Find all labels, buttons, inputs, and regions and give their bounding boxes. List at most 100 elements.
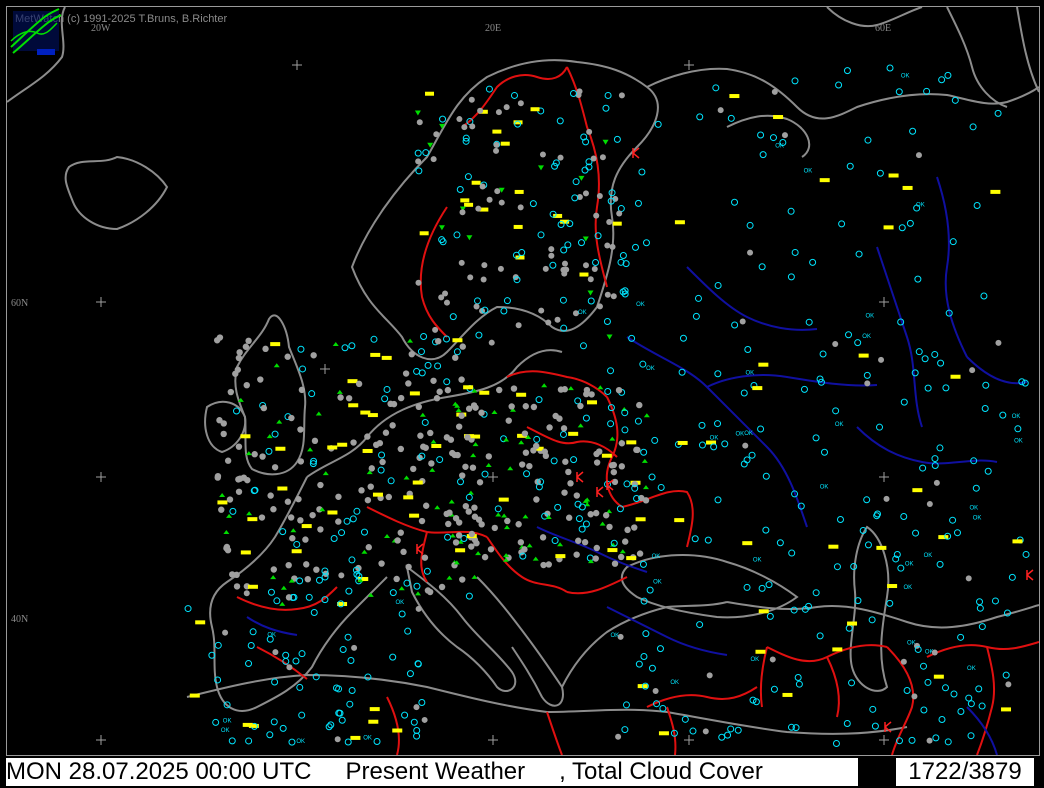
- cloud-cover-icon: [951, 96, 959, 104]
- cloud-cover-icon: [453, 348, 461, 356]
- ok-label: OK: [578, 310, 587, 316]
- cloud-cover-icon: [931, 455, 939, 463]
- rain-icon: [503, 437, 510, 442]
- cloud-cover-icon: [746, 221, 754, 229]
- cloud-cover-icon: [973, 202, 981, 210]
- cloud-cover-icon: [389, 653, 397, 661]
- ok-label: OK: [223, 718, 232, 724]
- cloud-cover-icon: [537, 231, 545, 239]
- rain-icon: [273, 363, 280, 368]
- station-gray-icon: [508, 403, 515, 410]
- station-gray-icon: [433, 131, 440, 138]
- cloud-cover-icon: [710, 443, 718, 451]
- cloud-cover-icon: [423, 567, 431, 575]
- fog-icon: [277, 486, 288, 491]
- cloud-cover-icon: [575, 515, 583, 523]
- fog-icon: [195, 620, 206, 625]
- station-gray-icon: [351, 644, 358, 651]
- cloud-cover-icon: [957, 633, 965, 641]
- station-gray-icon: [561, 386, 568, 393]
- rain-icon: [518, 440, 525, 445]
- cloud-cover-icon: [640, 652, 648, 660]
- cloud-cover-icon: [950, 690, 958, 698]
- fog-icon: [301, 524, 312, 529]
- fog-icon: [755, 649, 766, 654]
- cloud-cover-icon: [344, 633, 352, 641]
- cloud-cover-icon: [607, 367, 615, 375]
- station-gray-icon: [769, 656, 776, 663]
- cloud-cover-icon: [909, 127, 917, 135]
- cloud-cover-icon: [582, 520, 590, 528]
- cloud-cover-icon: [297, 345, 305, 353]
- station-gray-icon: [496, 386, 503, 394]
- fog-icon: [912, 488, 923, 493]
- ok-label: OK: [1014, 439, 1023, 445]
- parameter-present-weather[interactable]: Present Weather: [346, 758, 526, 786]
- parameter-total-cloud-cover[interactable]: , Total Cloud Cover: [559, 758, 763, 786]
- cloud-cover-icon: [245, 660, 253, 668]
- metwatch-logo-icon[interactable]: [7, 7, 63, 59]
- station-gray-icon: [526, 462, 533, 470]
- cloud-cover-icon: [228, 737, 236, 745]
- rain-icon: [270, 575, 277, 580]
- cloud-cover-icon: [554, 503, 562, 511]
- fog-icon: [828, 544, 839, 549]
- station-gray-icon: [271, 464, 279, 471]
- fog-icon: [883, 225, 894, 230]
- station-gray-icon: [289, 535, 296, 542]
- rain-icon: [599, 521, 606, 526]
- ok-label: OK: [905, 561, 914, 567]
- cloud-cover-icon: [976, 598, 984, 606]
- cloud-cover-icon: [740, 389, 748, 397]
- station-gray-icon: [224, 457, 232, 464]
- cloud-cover-icon: [724, 731, 732, 739]
- rain-icon: [429, 467, 436, 472]
- fog-icon: [819, 178, 830, 183]
- cloud-cover-icon: [579, 342, 587, 350]
- station-gray-icon: [542, 265, 549, 272]
- cloud-cover-icon: [413, 367, 421, 375]
- rain-icon: [475, 551, 482, 556]
- fog-icon: [587, 400, 598, 405]
- cloud-cover-icon: [424, 361, 432, 369]
- thunderstorm-icon: [1026, 569, 1034, 581]
- cloud-cover-icon: [921, 355, 929, 363]
- station-gray-icon: [416, 119, 423, 126]
- fog-icon: [367, 413, 378, 418]
- cloud-cover-icon: [347, 656, 355, 664]
- fog-icon: [347, 379, 358, 384]
- lon-label-20e: 20E: [485, 23, 502, 34]
- cloud-cover-icon: [270, 718, 278, 726]
- cloud-cover-icon: [457, 478, 465, 486]
- fog-icon: [471, 180, 481, 185]
- station-gray-icon: [497, 265, 504, 272]
- station-gray-icon: [445, 520, 452, 528]
- cloud-cover-icon: [485, 85, 493, 93]
- rain-icon: [532, 556, 539, 561]
- station-gray-icon: [335, 493, 342, 500]
- ok-label: OK: [753, 558, 762, 564]
- fog-icon: [392, 728, 403, 733]
- station-gray-icon: [606, 219, 613, 226]
- station-gray-icon: [586, 128, 593, 135]
- cloud-cover-icon: [449, 313, 457, 321]
- fog-icon: [240, 550, 251, 555]
- station-gray-icon: [608, 462, 616, 469]
- cross-icon: [488, 472, 498, 482]
- station-gray-icon: [515, 322, 522, 329]
- cloud-cover-icon: [787, 207, 795, 215]
- station-gray-icon: [590, 155, 597, 162]
- station-gray-icon: [449, 449, 456, 457]
- fog-icon: [370, 352, 381, 357]
- station-gray-icon: [233, 583, 241, 590]
- station-gray-icon: [459, 472, 466, 479]
- fog-icon: [1001, 707, 1012, 712]
- cloud-cover-icon: [776, 539, 784, 547]
- station-gray-icon: [235, 443, 243, 450]
- station-gray-icon: [367, 483, 374, 490]
- station-gray-icon: [604, 242, 611, 249]
- weather-map[interactable]: OK OK OK OK OK OK OK OK OK OK OK OK OK OK OK OK OK OK OK OK…: [6, 6, 1040, 756]
- cloud-cover-icon: [401, 711, 409, 719]
- ok-label: OK: [967, 666, 976, 672]
- station-gray-icon: [444, 386, 452, 394]
